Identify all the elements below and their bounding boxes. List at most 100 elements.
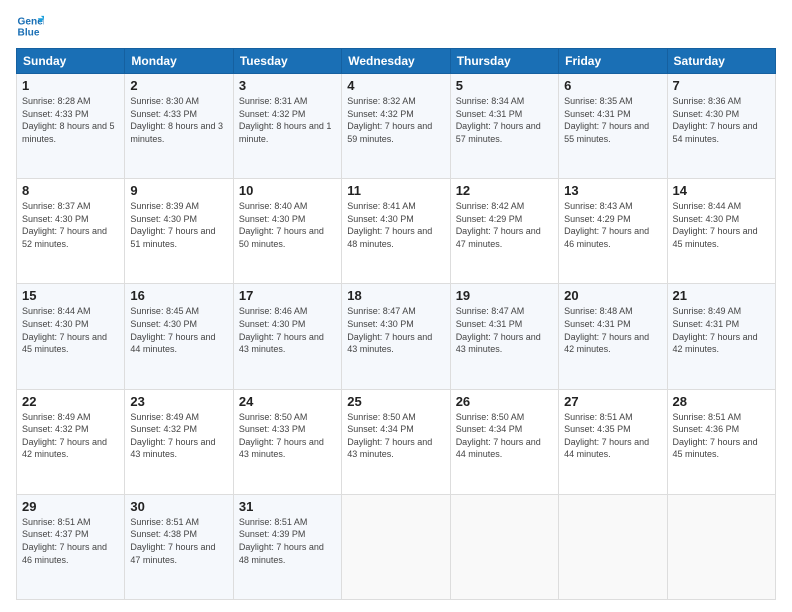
calendar-cell: 11 Sunrise: 8:41 AMSunset: 4:30 PMDayligh… bbox=[342, 179, 450, 284]
cell-info: Sunrise: 8:49 AMSunset: 4:31 PMDaylight:… bbox=[673, 305, 770, 355]
calendar-cell: 7Sunrise: 8:36 AMSunset: 4:30 PMDaylight… bbox=[667, 74, 775, 179]
cell-info: Sunrise: 8:51 AMSunset: 4:38 PMDaylight:… bbox=[130, 516, 227, 566]
day-number: 7 bbox=[673, 78, 770, 93]
calendar-cell: 8 Sunrise: 8:37 AMSunset: 4:30 PMDaylight… bbox=[17, 179, 125, 284]
cell-info: Sunrise: 8:28 AMSunset: 4:33 PMDaylight:… bbox=[22, 95, 119, 145]
day-number: 15 bbox=[22, 288, 119, 303]
day-number: 6 bbox=[564, 78, 661, 93]
cell-info: Sunrise: 8:51 AMSunset: 4:35 PMDaylight:… bbox=[564, 411, 661, 461]
day-number: 27 bbox=[564, 394, 661, 409]
header: General Blue bbox=[16, 12, 776, 40]
cell-info: Sunrise: 8:49 AMSunset: 4:32 PMDaylight:… bbox=[130, 411, 227, 461]
cell-info: Sunrise: 8:39 AMSunset: 4:30 PMDaylight:… bbox=[130, 200, 227, 250]
day-number: 3 bbox=[239, 78, 336, 93]
calendar-cell: 12Sunrise: 8:42 AMSunset: 4:29 PMDayligh… bbox=[450, 179, 558, 284]
day-number: 8 bbox=[22, 183, 119, 198]
day-number: 10 bbox=[239, 183, 336, 198]
calendar-header-wednesday: Wednesday bbox=[342, 49, 450, 74]
day-number: 12 bbox=[456, 183, 553, 198]
day-number: 21 bbox=[673, 288, 770, 303]
cell-info: Sunrise: 8:50 AMSunset: 4:34 PMDaylight:… bbox=[347, 411, 444, 461]
day-number: 14 bbox=[673, 183, 770, 198]
calendar-cell: 21 Sunrise: 8:49 AMSunset: 4:31 PMDayligh… bbox=[667, 284, 775, 389]
day-number: 17 bbox=[239, 288, 336, 303]
calendar-cell: 13 Sunrise: 8:43 AMSunset: 4:29 PMDayligh… bbox=[559, 179, 667, 284]
cell-info: Sunrise: 8:35 AMSunset: 4:31 PMDaylight:… bbox=[564, 95, 661, 145]
calendar-cell: 19 Sunrise: 8:47 AMSunset: 4:31 PMDayligh… bbox=[450, 284, 558, 389]
calendar-cell: 28Sunrise: 8:51 AMSunset: 4:36 PMDayligh… bbox=[667, 389, 775, 494]
calendar-week-1: 1Sunrise: 8:28 AMSunset: 4:33 PMDaylight… bbox=[17, 74, 776, 179]
calendar-cell: 25 Sunrise: 8:50 AMSunset: 4:34 PMDayligh… bbox=[342, 389, 450, 494]
day-number: 9 bbox=[130, 183, 227, 198]
calendar-week-5: 29Sunrise: 8:51 AMSunset: 4:37 PMDayligh… bbox=[17, 494, 776, 599]
calendar-header-row: SundayMondayTuesdayWednesdayThursdayFrid… bbox=[17, 49, 776, 74]
calendar-cell: 9 Sunrise: 8:39 AMSunset: 4:30 PMDaylight… bbox=[125, 179, 233, 284]
day-number: 23 bbox=[130, 394, 227, 409]
cell-info: Sunrise: 8:49 AMSunset: 4:32 PMDaylight:… bbox=[22, 411, 119, 461]
day-number: 25 bbox=[347, 394, 444, 409]
cell-info: Sunrise: 8:44 AMSunset: 4:30 PMDaylight:… bbox=[22, 305, 119, 355]
calendar-cell: 1Sunrise: 8:28 AMSunset: 4:33 PMDaylight… bbox=[17, 74, 125, 179]
calendar-cell: 15 Sunrise: 8:44 AMSunset: 4:30 PMDayligh… bbox=[17, 284, 125, 389]
calendar-cell: 18 Sunrise: 8:47 AMSunset: 4:30 PMDayligh… bbox=[342, 284, 450, 389]
calendar-cell bbox=[450, 494, 558, 599]
cell-info: Sunrise: 8:45 AMSunset: 4:30 PMDaylight:… bbox=[130, 305, 227, 355]
cell-info: Sunrise: 8:50 AMSunset: 4:34 PMDaylight:… bbox=[456, 411, 553, 461]
cell-info: Sunrise: 8:31 AMSunset: 4:32 PMDaylight:… bbox=[239, 95, 336, 145]
calendar-cell: 6 Sunrise: 8:35 AMSunset: 4:31 PMDaylight… bbox=[559, 74, 667, 179]
cell-info: Sunrise: 8:47 AMSunset: 4:31 PMDaylight:… bbox=[456, 305, 553, 355]
cell-info: Sunrise: 8:47 AMSunset: 4:30 PMDaylight:… bbox=[347, 305, 444, 355]
day-number: 13 bbox=[564, 183, 661, 198]
cell-info: Sunrise: 8:32 AMSunset: 4:32 PMDaylight:… bbox=[347, 95, 444, 145]
cell-info: Sunrise: 8:43 AMSunset: 4:29 PMDaylight:… bbox=[564, 200, 661, 250]
day-number: 11 bbox=[347, 183, 444, 198]
calendar-cell: 16Sunrise: 8:45 AMSunset: 4:30 PMDayligh… bbox=[125, 284, 233, 389]
calendar-cell: 10 Sunrise: 8:40 AMSunset: 4:30 PMDayligh… bbox=[233, 179, 341, 284]
day-number: 4 bbox=[347, 78, 444, 93]
calendar-cell: 3 Sunrise: 8:31 AMSunset: 4:32 PMDaylight… bbox=[233, 74, 341, 179]
day-number: 26 bbox=[456, 394, 553, 409]
day-number: 31 bbox=[239, 499, 336, 514]
calendar-week-4: 22 Sunrise: 8:49 AMSunset: 4:32 PMDayligh… bbox=[17, 389, 776, 494]
calendar-cell bbox=[667, 494, 775, 599]
calendar-cell bbox=[342, 494, 450, 599]
calendar-cell: 23 Sunrise: 8:49 AMSunset: 4:32 PMDayligh… bbox=[125, 389, 233, 494]
cell-info: Sunrise: 8:51 AMSunset: 4:39 PMDaylight:… bbox=[239, 516, 336, 566]
calendar-cell bbox=[559, 494, 667, 599]
day-number: 22 bbox=[22, 394, 119, 409]
day-number: 18 bbox=[347, 288, 444, 303]
calendar-header-sunday: Sunday bbox=[17, 49, 125, 74]
day-number: 28 bbox=[673, 394, 770, 409]
calendar-cell: 31 Sunrise: 8:51 AMSunset: 4:39 PMDayligh… bbox=[233, 494, 341, 599]
calendar-cell: 17 Sunrise: 8:46 AMSunset: 4:30 PMDayligh… bbox=[233, 284, 341, 389]
logo: General Blue bbox=[16, 12, 48, 40]
calendar-cell: 26 Sunrise: 8:50 AMSunset: 4:34 PMDayligh… bbox=[450, 389, 558, 494]
day-number: 2 bbox=[130, 78, 227, 93]
page: General Blue SundayMondayTuesdayWednesda… bbox=[0, 0, 792, 612]
calendar-cell: 14 Sunrise: 8:44 AMSunset: 4:30 PMDayligh… bbox=[667, 179, 775, 284]
cell-info: Sunrise: 8:40 AMSunset: 4:30 PMDaylight:… bbox=[239, 200, 336, 250]
cell-info: Sunrise: 8:41 AMSunset: 4:30 PMDaylight:… bbox=[347, 200, 444, 250]
cell-info: Sunrise: 8:34 AMSunset: 4:31 PMDaylight:… bbox=[456, 95, 553, 145]
calendar-week-2: 8 Sunrise: 8:37 AMSunset: 4:30 PMDaylight… bbox=[17, 179, 776, 284]
day-number: 20 bbox=[564, 288, 661, 303]
cell-info: Sunrise: 8:50 AMSunset: 4:33 PMDaylight:… bbox=[239, 411, 336, 461]
calendar-header-tuesday: Tuesday bbox=[233, 49, 341, 74]
calendar-cell: 4 Sunrise: 8:32 AMSunset: 4:32 PMDaylight… bbox=[342, 74, 450, 179]
day-number: 29 bbox=[22, 499, 119, 514]
cell-info: Sunrise: 8:44 AMSunset: 4:30 PMDaylight:… bbox=[673, 200, 770, 250]
calendar-cell: 22 Sunrise: 8:49 AMSunset: 4:32 PMDayligh… bbox=[17, 389, 125, 494]
cell-info: Sunrise: 8:37 AMSunset: 4:30 PMDaylight:… bbox=[22, 200, 119, 250]
day-number: 19 bbox=[456, 288, 553, 303]
calendar-header-saturday: Saturday bbox=[667, 49, 775, 74]
calendar-cell: 29Sunrise: 8:51 AMSunset: 4:37 PMDayligh… bbox=[17, 494, 125, 599]
calendar-header-thursday: Thursday bbox=[450, 49, 558, 74]
calendar-cell: 20Sunrise: 8:48 AMSunset: 4:31 PMDayligh… bbox=[559, 284, 667, 389]
cell-info: Sunrise: 8:46 AMSunset: 4:30 PMDaylight:… bbox=[239, 305, 336, 355]
svg-text:General: General bbox=[18, 16, 44, 27]
cell-info: Sunrise: 8:30 AMSunset: 4:33 PMDaylight:… bbox=[130, 95, 227, 145]
svg-text:Blue: Blue bbox=[18, 27, 40, 38]
day-number: 24 bbox=[239, 394, 336, 409]
calendar-cell: 30 Sunrise: 8:51 AMSunset: 4:38 PMDayligh… bbox=[125, 494, 233, 599]
day-number: 30 bbox=[130, 499, 227, 514]
